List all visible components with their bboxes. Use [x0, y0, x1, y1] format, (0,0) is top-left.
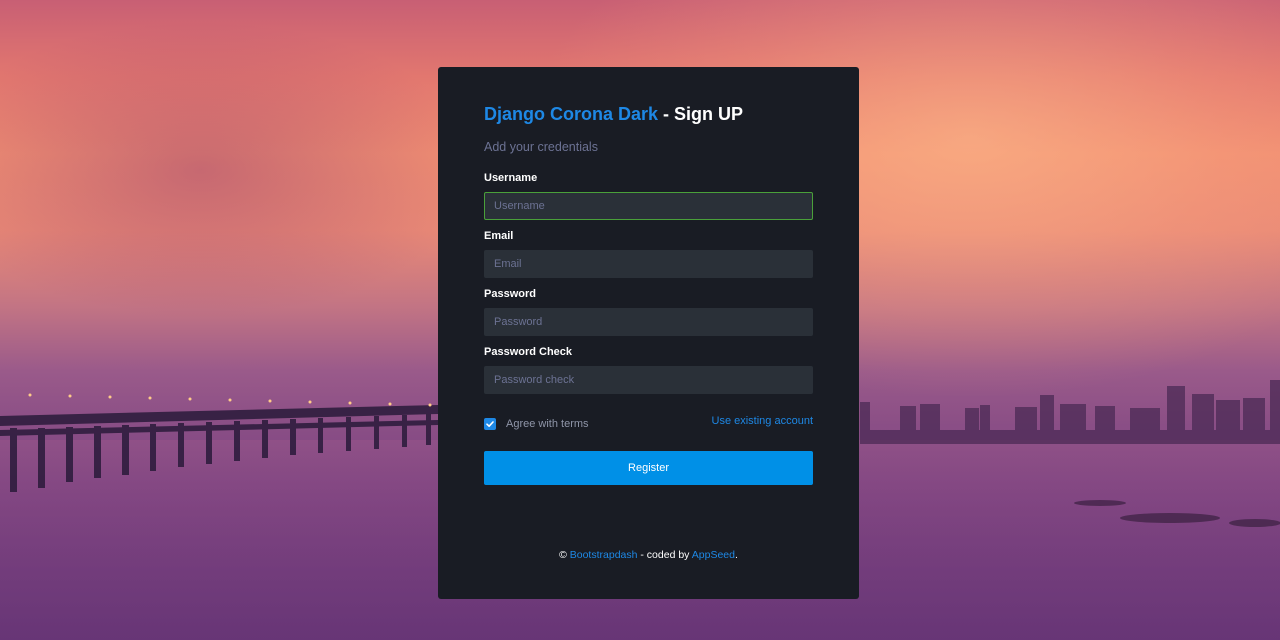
- password-label: Password: [484, 288, 536, 300]
- password-check-label: Password Check: [484, 346, 573, 358]
- page-title: Django Corona Dark - Sign UP: [484, 103, 813, 125]
- footer-period: .: [734, 549, 738, 561]
- title-text: - Sign UP: [658, 104, 744, 124]
- password-input[interactable]: [484, 308, 813, 336]
- register-button[interactable]: Register: [484, 451, 813, 485]
- email-label: Email: [484, 230, 514, 242]
- agree-terms-label: Agree with terms: [506, 418, 589, 430]
- username-input[interactable]: [484, 192, 813, 220]
- copyright-symbol: ©: [559, 549, 567, 561]
- brand-name: Django Corona Dark: [484, 104, 659, 124]
- password-check-input[interactable]: [484, 366, 813, 394]
- email-input[interactable]: [484, 250, 813, 278]
- footer-credits: © Bootstrapdash - coded by AppSeed.: [438, 549, 859, 561]
- signup-form: Username Email Password Password Check A…: [484, 171, 813, 485]
- footer-coded-by: - coded by: [637, 549, 692, 561]
- checkbox-checked-icon[interactable]: [484, 418, 496, 430]
- signup-card: Django Corona Dark - Sign UP Add your cr…: [438, 67, 859, 599]
- subtitle: Add your credentials: [484, 140, 598, 154]
- password-group: Password: [484, 287, 813, 336]
- username-group: Username: [484, 171, 813, 220]
- password-check-group: Password Check: [484, 345, 813, 394]
- agree-terms-checkbox[interactable]: Agree with terms: [484, 418, 589, 430]
- bootstrapdash-link[interactable]: Bootstrapdash: [570, 549, 638, 561]
- appseed-link[interactable]: AppSeed: [692, 549, 735, 561]
- terms-row: Agree with terms Use existing account: [484, 413, 813, 433]
- username-label: Username: [484, 172, 538, 184]
- email-group: Email: [484, 229, 813, 278]
- use-existing-account-link[interactable]: Use existing account: [712, 415, 814, 427]
